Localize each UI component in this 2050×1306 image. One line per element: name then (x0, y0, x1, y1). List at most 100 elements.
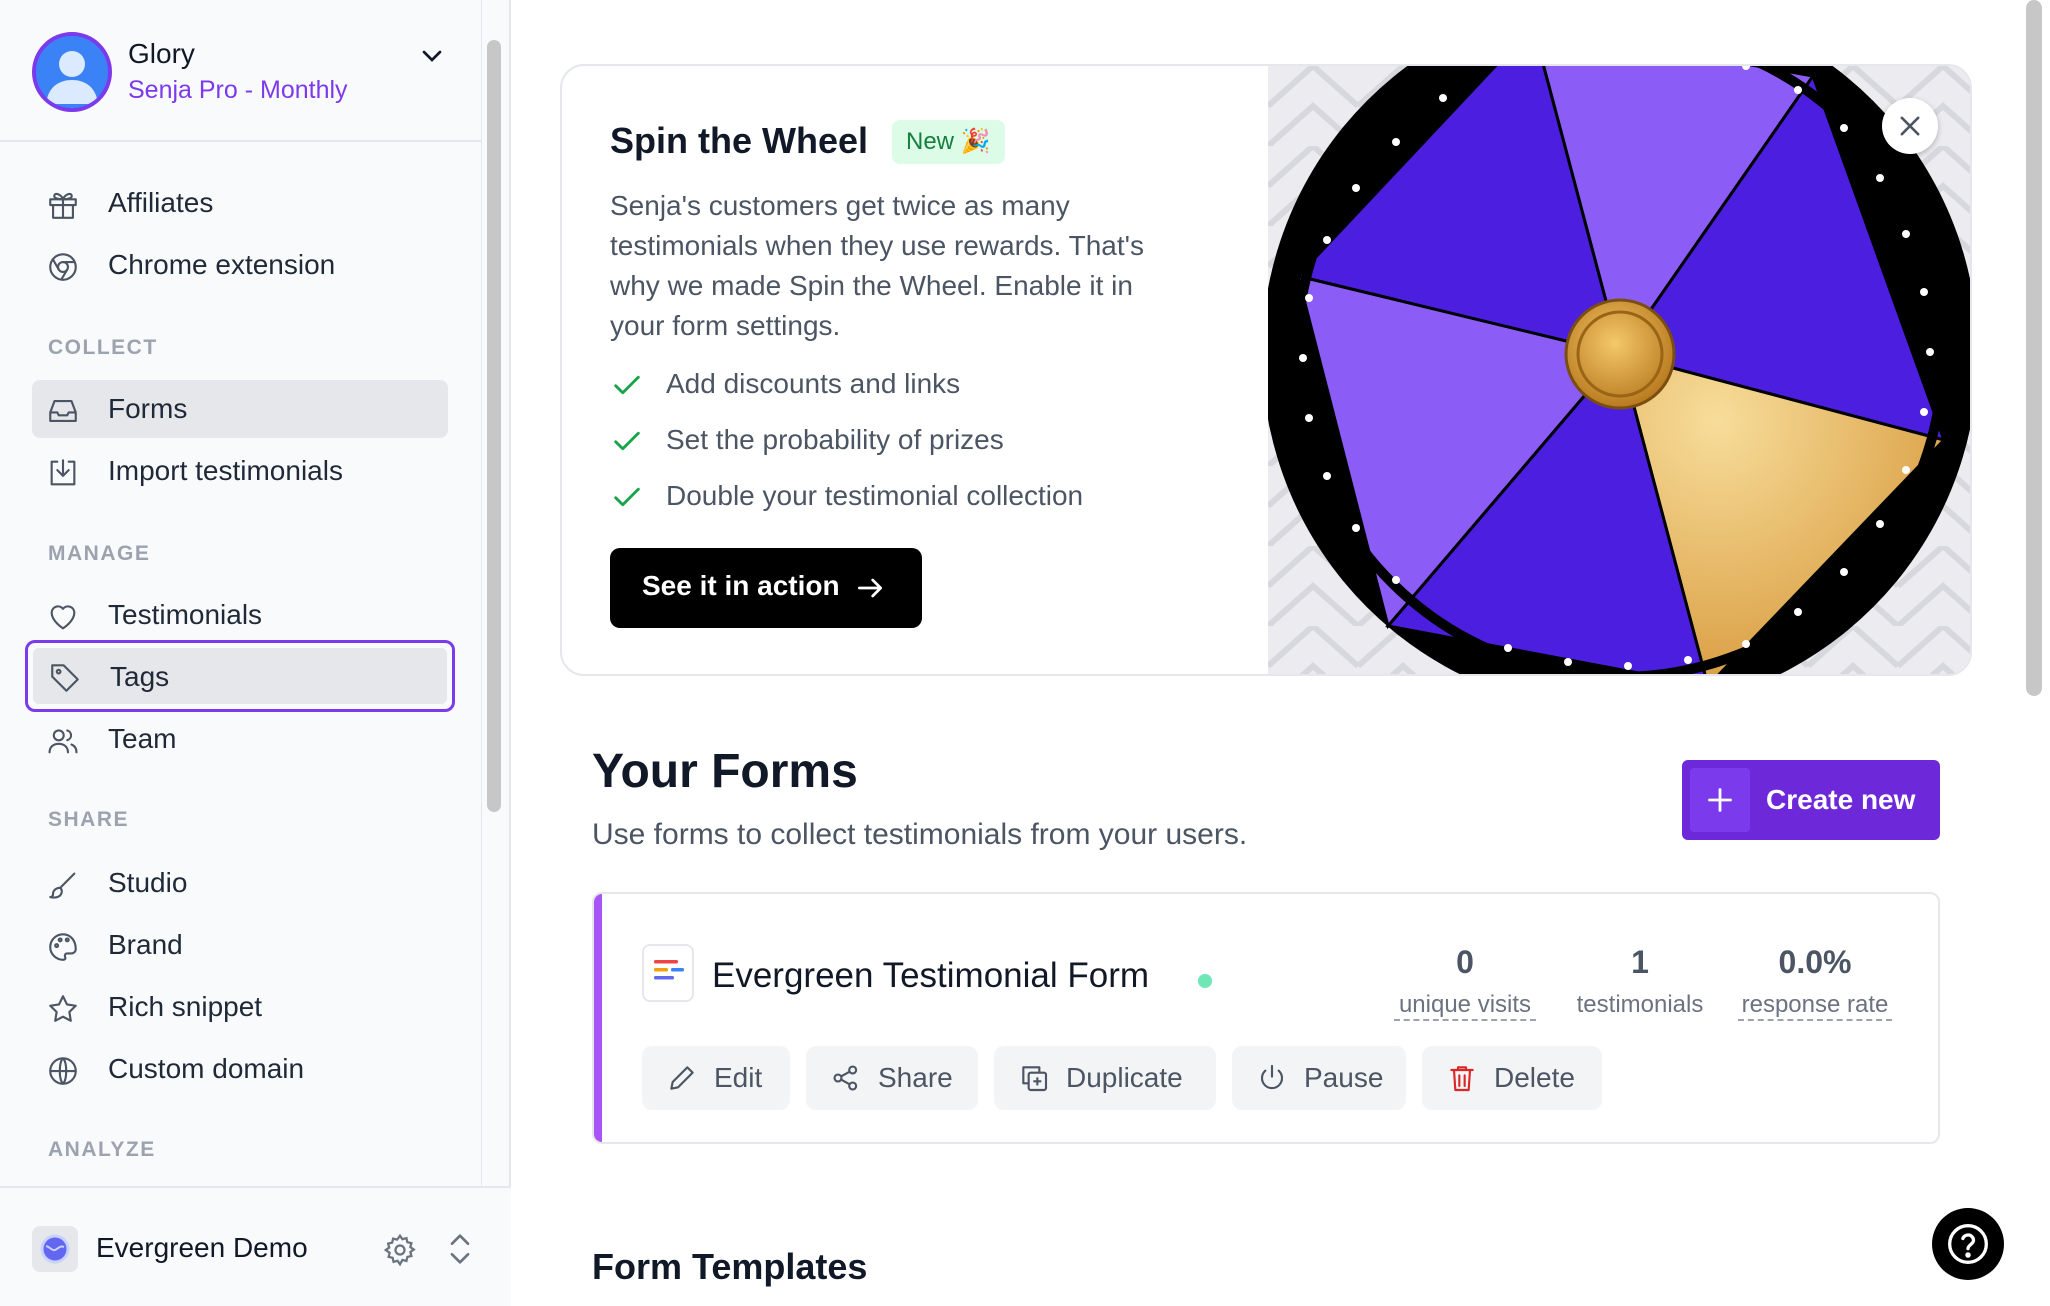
stat-label: response rate (1738, 991, 1892, 1021)
sidebar-item-team[interactable]: Team (32, 710, 448, 768)
stat-label: unique visits (1394, 991, 1536, 1021)
heart-icon (50, 605, 76, 630)
share-icon (833, 1065, 858, 1091)
check-icon (614, 487, 640, 507)
sidebar-scroll-area: Glory Senja Pro - Monthly Affiliates Chr… (0, 0, 482, 1186)
stat-value: 0.0% (1778, 944, 1852, 980)
pencil-icon (670, 1066, 694, 1090)
sidebar-scrollbar[interactable] (487, 40, 501, 812)
sidebar-item-label: Custom domain (108, 1053, 305, 1084)
sidebar-item-testimonials[interactable]: Testimonials (32, 586, 448, 644)
focus-highlight (33, 648, 447, 704)
check-icon (614, 431, 640, 451)
main-scrollbar[interactable] (2026, 0, 2042, 696)
promo-description: Senja's customers get twice as many test… (610, 190, 1144, 341)
gear-icon[interactable] (382, 1232, 418, 1268)
section-collect: COLLECT (48, 336, 158, 359)
help-button[interactable] (1932, 1208, 2004, 1280)
sidebar-item-tags[interactable]: Tags (25, 640, 455, 712)
see-it-in-action-button[interactable]: See it in action (610, 548, 922, 628)
delete-button[interactable]: Delete (1422, 1046, 1602, 1110)
status-indicator (1198, 974, 1212, 988)
sidebar-item-label: Brand (108, 929, 183, 960)
stat-unique-visits[interactable]: 0 unique visits (1394, 944, 1536, 1021)
app-root: Glory Senja Pro - Monthly Affiliates Chr… (0, 0, 2050, 1306)
sidebar-item-chrome-extension[interactable]: Chrome extension (32, 236, 448, 294)
feature-label: Set the probability of prizes (666, 424, 1004, 455)
duplicate-icon (1022, 1066, 1048, 1092)
section-share: SHARE (48, 808, 130, 831)
edit-label: Edit (714, 1062, 763, 1093)
close-promo-button[interactable] (1882, 98, 1938, 154)
sidebar-item-label: Chrome extension (108, 249, 336, 280)
sidebar-item-rich-snippet[interactable]: Rich snippet (32, 978, 448, 1036)
stat-value: 0 (1456, 944, 1474, 980)
share-label: Share (878, 1062, 953, 1093)
stat-label: testimonials (1576, 991, 1704, 1018)
page-subtitle: Use forms to collect testimonials from y… (592, 818, 1248, 851)
sidebar-item-brand[interactable]: Brand (32, 916, 448, 974)
brush-icon (49, 872, 76, 899)
avatar (32, 32, 112, 112)
account-name: Glory (128, 38, 195, 69)
account-switcher[interactable]: Glory Senja Pro - Monthly (0, 0, 481, 142)
edit-button[interactable]: Edit (642, 1046, 790, 1110)
workspace-name: Evergreen Demo (96, 1232, 308, 1263)
sidebar-item-forms[interactable]: Forms (32, 380, 448, 438)
duplicate-label: Duplicate (1066, 1062, 1183, 1093)
inbox-icon (49, 400, 77, 422)
pause-label: Pause (1304, 1062, 1384, 1093)
duplicate-button[interactable]: Duplicate (994, 1046, 1216, 1110)
sidebar-item-import-testimonials[interactable]: Import testimonials (32, 442, 448, 500)
pause-button[interactable]: Pause (1232, 1046, 1406, 1110)
sidebar-item-studio[interactable]: Studio (32, 854, 448, 912)
chevron-up-down-icon[interactable] (444, 1230, 476, 1268)
create-new-button[interactable]: Create new (1682, 760, 1940, 840)
stat-testimonials: 1 testimonials (1570, 944, 1710, 1019)
form-card[interactable]: Evergreen Testimonial Form 0 unique visi… (592, 892, 1940, 1144)
feature-label: Add discounts and links (666, 368, 961, 399)
cta-label: See it in action (642, 570, 840, 601)
form-logo (642, 944, 694, 1002)
spin-wheel-illustration (1268, 66, 1970, 674)
gift-icon (49, 192, 77, 219)
chevron-down-icon[interactable] (416, 40, 448, 72)
create-new-label: Create new (1766, 784, 1916, 815)
feature-label: Double your testimonial collection (666, 480, 1084, 511)
stat-response-rate[interactable]: 0.0% response rate (1738, 944, 1892, 1021)
sidebar-item-label: Testimonials (108, 599, 263, 630)
sidebar-item-label: Tags (110, 661, 170, 692)
page-title: Your Forms (592, 745, 858, 798)
question-icon (1948, 1224, 1988, 1264)
trash-icon (1450, 1066, 1474, 1092)
account-plan: Senja Pro - Monthly (128, 76, 348, 104)
arrow-right-icon (858, 578, 882, 598)
workspace-logo (32, 1226, 78, 1272)
tag-icon (51, 664, 79, 692)
globe-icon (49, 1057, 77, 1085)
new-badge: New 🎉 (892, 120, 1005, 164)
sidebar-item-label: Team (108, 723, 177, 754)
form-name[interactable]: Evergreen Testimonial Form (712, 956, 1149, 996)
sidebar-item-affiliates[interactable]: Affiliates (32, 174, 448, 232)
sidebar-item-label: Import testimonials (108, 455, 343, 486)
promo-card: Spin the Wheel New 🎉 Senja's customers g… (560, 64, 1972, 676)
chrome-icon (49, 253, 77, 281)
sidebar-item-label: Studio (108, 867, 188, 898)
section-manage: MANAGE (48, 542, 151, 565)
sidebar-item-label: Affiliates (108, 187, 214, 218)
delete-label: Delete (1494, 1062, 1575, 1093)
plus-icon-box (1690, 768, 1750, 832)
sidebar-item-custom-domain[interactable]: Custom domain (32, 1040, 448, 1098)
share-button[interactable]: Share (806, 1046, 978, 1110)
workspace-switcher[interactable]: Evergreen Demo (0, 1186, 511, 1306)
sidebar: Glory Senja Pro - Monthly Affiliates Chr… (0, 0, 511, 1306)
import-icon (50, 459, 76, 486)
sidebar-item-label: Forms (108, 393, 188, 424)
form-card-accent (594, 894, 602, 1142)
sidebar-item-label: Rich snippet (108, 991, 263, 1022)
palette-icon (49, 933, 77, 961)
power-icon (1260, 1064, 1284, 1090)
section-analyze: ANALYZE (48, 1138, 156, 1161)
plus-icon (1708, 788, 1732, 812)
